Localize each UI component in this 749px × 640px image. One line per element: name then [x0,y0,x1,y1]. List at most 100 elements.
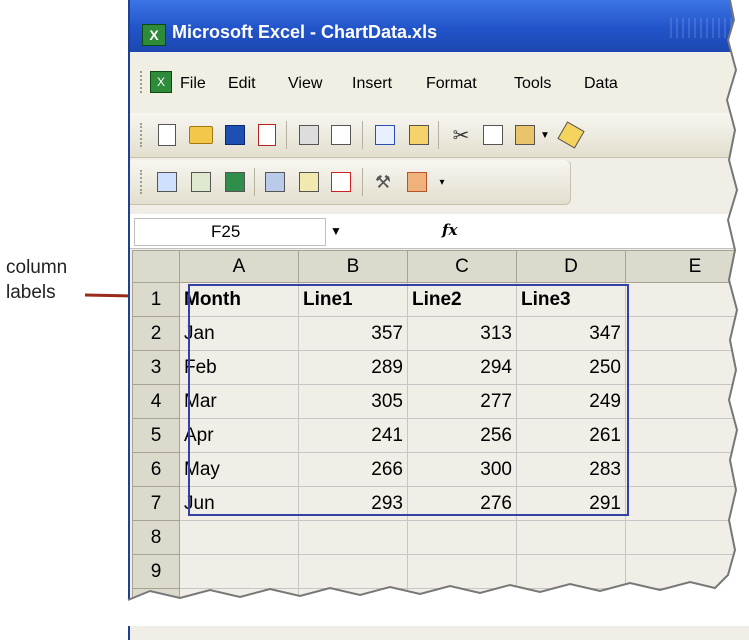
cell-b7[interactable]: 293 [299,487,408,521]
row-header[interactable]: 8 [133,521,180,555]
paste-icon[interactable] [512,122,538,148]
cell-e9[interactable] [626,555,749,589]
cell-d3[interactable]: 250 [517,351,626,385]
spelling-check-icon[interactable] [372,122,398,148]
edit-note-icon[interactable] [296,169,322,195]
cell-e3[interactable] [626,351,749,385]
menu-edit[interactable]: Edit [228,75,256,93]
cell-e10[interactable] [626,589,749,623]
research-icon[interactable] [406,122,432,148]
cell-d8[interactable] [517,521,626,555]
row-header[interactable]: 4 [133,385,180,419]
row-header[interactable]: 6 [133,453,180,487]
cell-b1[interactable]: Line1 [299,283,408,317]
column-header-b[interactable]: B [299,251,408,283]
column-header-a[interactable]: A [180,251,299,283]
cut-scissors-icon[interactable]: ✂ [448,122,474,148]
open-folder-icon[interactable] [188,122,214,148]
column-header-d[interactable]: D [517,251,626,283]
paste-dropdown-icon[interactable]: ▼ [538,122,552,148]
cell-e2[interactable] [626,317,749,351]
insert-function-icon[interactable]: fx [442,221,457,239]
format-painter-icon[interactable] [558,122,584,148]
cell-a4[interactable]: Mar [180,385,299,419]
row-header[interactable]: 9 [133,555,180,589]
cell-a2[interactable]: Jan [180,317,299,351]
cell-a5[interactable]: Apr [180,419,299,453]
cell-c3[interactable]: 294 [408,351,517,385]
cell-a6[interactable]: May [180,453,299,487]
menu-insert[interactable]: Insert [352,75,392,93]
print-icon[interactable] [296,122,322,148]
menu-view[interactable]: View [288,75,322,93]
tools-icon[interactable]: ⚒ [370,169,396,195]
cell-c7[interactable]: 276 [408,487,517,521]
chart-wizard-icon[interactable] [154,169,180,195]
cell-e8[interactable] [626,521,749,555]
toolbar-grip-icon[interactable] [140,170,145,194]
cell-c6[interactable]: 300 [408,453,517,487]
cell-a10[interactable] [180,589,299,623]
cell-d2[interactable]: 347 [517,317,626,351]
workbook-icon[interactable]: X [150,71,172,93]
row-header[interactable]: 10 [133,589,180,623]
cell-b8[interactable] [299,521,408,555]
row-header[interactable]: 5 [133,419,180,453]
cell-b6[interactable]: 266 [299,453,408,487]
column-header-e[interactable]: E [626,251,749,283]
row-header[interactable]: 2 [133,317,180,351]
menu-format[interactable]: Format [426,75,477,93]
cell-e6[interactable] [626,453,749,487]
toolbar-grip-icon[interactable] [140,123,145,147]
cell-b9[interactable] [299,555,408,589]
cell-d6[interactable]: 283 [517,453,626,487]
name-box[interactable]: F25 [134,218,326,246]
excel-logo-icon[interactable]: X [142,24,166,46]
row-header[interactable]: 1 [133,283,180,317]
refresh-icon[interactable] [222,169,248,195]
cell-a7[interactable]: Jun [180,487,299,521]
cell-b2[interactable]: 357 [299,317,408,351]
cell-e1[interactable] [626,283,749,317]
select-all-corner[interactable] [133,251,180,283]
cell-e5[interactable] [626,419,749,453]
cell-c1[interactable]: Line2 [408,283,517,317]
menu-grip-icon[interactable] [140,71,145,93]
toolbar-options-icon[interactable]: ▾ [436,169,448,195]
cell-b3[interactable]: 289 [299,351,408,385]
cell-c2[interactable]: 313 [408,317,517,351]
cell-c5[interactable]: 256 [408,419,517,453]
cell-c10[interactable] [408,589,517,623]
cell-b5[interactable]: 241 [299,419,408,453]
cell-c8[interactable] [408,521,517,555]
cell-d4[interactable]: 249 [517,385,626,419]
save-disk-icon[interactable] [222,122,248,148]
cell-a8[interactable] [180,521,299,555]
cell-d7[interactable]: 291 [517,487,626,521]
chart-options-icon[interactable] [188,169,214,195]
cell-a3[interactable]: Feb [180,351,299,385]
data-table-icon[interactable] [262,169,288,195]
name-box-dropdown-icon[interactable]: ▼ [330,224,342,238]
cell-c4[interactable]: 277 [408,385,517,419]
cell-d5[interactable]: 261 [517,419,626,453]
new-document-icon[interactable] [154,122,180,148]
menu-data[interactable]: Data [584,75,618,93]
permission-icon[interactable] [254,122,280,148]
cell-a1[interactable]: Month [180,283,299,317]
cell-c9[interactable] [408,555,517,589]
cell-a9[interactable] [180,555,299,589]
cell-e4[interactable] [626,385,749,419]
copy-icon[interactable] [480,122,506,148]
menu-tools[interactable]: Tools [514,75,551,93]
row-header[interactable]: 3 [133,351,180,385]
menu-file[interactable]: File [180,75,206,93]
cell-d9[interactable] [517,555,626,589]
cell-b4[interactable]: 305 [299,385,408,419]
delete-icon[interactable] [328,169,354,195]
chart-type-icon[interactable] [404,169,430,195]
cell-e7[interactable] [626,487,749,521]
column-header-c[interactable]: C [408,251,517,283]
print-preview-icon[interactable] [328,122,354,148]
cell-b10[interactable] [299,589,408,623]
